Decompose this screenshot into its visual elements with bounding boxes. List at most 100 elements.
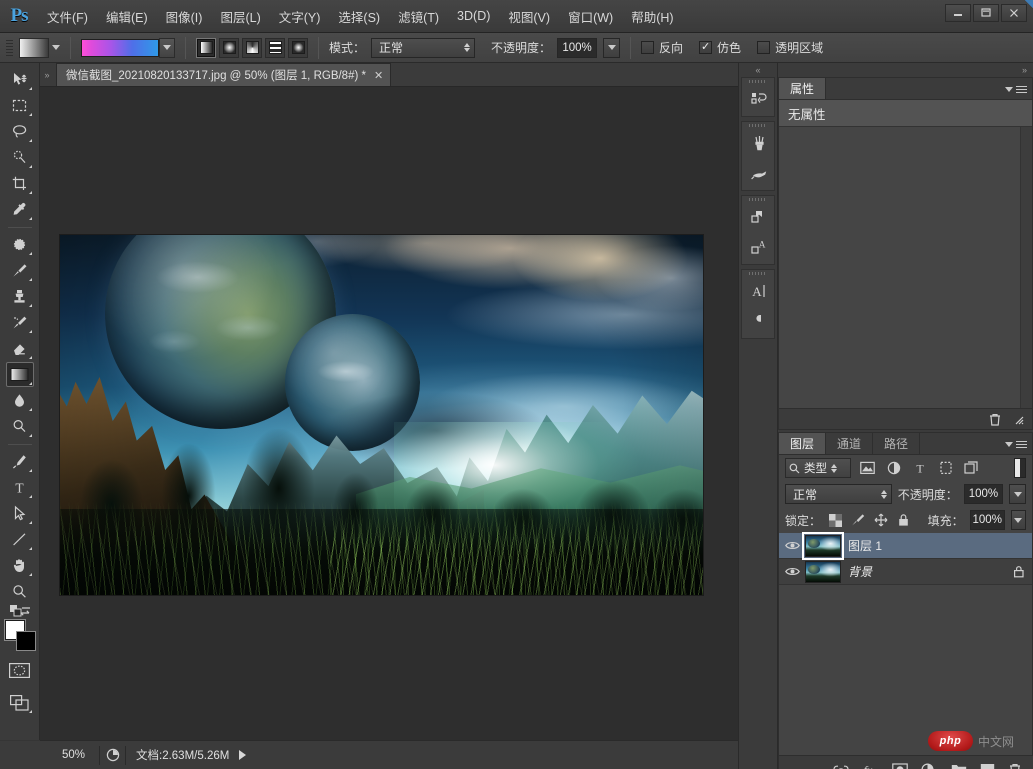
pen-tool[interactable] — [6, 449, 34, 474]
reverse-checkbox-row[interactable]: 反向 — [641, 39, 683, 56]
tab-layers[interactable]: 图层 — [779, 433, 827, 454]
tab-collapse-icon[interactable]: » — [40, 63, 54, 87]
blend-mode-select[interactable]: 正常 — [371, 37, 476, 58]
layer-filter-type-select[interactable]: 类型 — [785, 458, 851, 478]
status-expand-icon[interactable] — [239, 750, 247, 760]
document-tab-close-icon[interactable]: ✕ — [374, 69, 383, 82]
layer-blend-mode-select[interactable]: 正常 — [785, 484, 892, 504]
gradient-picker-dropdown[interactable] — [159, 37, 175, 58]
quick-mask-button[interactable] — [6, 658, 34, 683]
layers-panel-menu[interactable] — [1005, 433, 1027, 455]
tab-properties[interactable]: 属性 — [779, 78, 827, 99]
gradient-type-diamond[interactable] — [288, 37, 308, 58]
healing-brush-tool[interactable] — [6, 232, 34, 257]
layer-style-icon[interactable]: fx — [862, 763, 879, 769]
table-row[interactable]: 图层 1 — [779, 531, 1032, 560]
layer-name[interactable]: 图层 1 — [848, 537, 1032, 554]
zoom-level-input[interactable]: 50% — [48, 745, 100, 765]
blur-tool[interactable] — [6, 388, 34, 413]
styles-icon[interactable] — [742, 202, 776, 232]
lock-position-icon[interactable] — [872, 511, 889, 530]
minimize-button[interactable] — [945, 4, 971, 22]
dither-checkbox-row[interactable]: ✓ 仿色 — [699, 39, 741, 56]
menu-type[interactable]: 文字(Y) — [270, 3, 330, 30]
pixel-filter-icon[interactable] — [858, 458, 877, 478]
properties-scrollbar[interactable] — [1020, 127, 1032, 408]
link-layers-icon[interactable] — [833, 763, 849, 769]
properties-panel-menu[interactable] — [1005, 78, 1027, 100]
gradient-type-reflected[interactable] — [265, 37, 285, 58]
right-dock-expand-icon[interactable]: » — [778, 63, 1033, 77]
path-selection-tool[interactable] — [6, 501, 34, 526]
tool-preset-picker[interactable] — [19, 37, 60, 58]
transparency-checkbox[interactable] — [757, 41, 771, 54]
eyedropper-tool[interactable] — [6, 197, 34, 222]
panel-menu-icon[interactable] — [1016, 440, 1027, 448]
background-color-swatch[interactable] — [15, 631, 36, 651]
layer-thumbnail[interactable] — [805, 560, 841, 583]
swap-colors-icon[interactable] — [19, 605, 32, 617]
type-tool[interactable]: T — [6, 475, 34, 500]
brush-icon[interactable] — [742, 158, 776, 188]
dock-expand-icon[interactable]: « — [739, 63, 777, 77]
menu-help[interactable]: 帮助(H) — [622, 3, 682, 30]
layer-mask-icon[interactable] — [892, 762, 908, 769]
layer-thumbnail[interactable] — [802, 531, 844, 560]
gradient-type-angle[interactable] — [242, 37, 262, 58]
lasso-tool[interactable] — [6, 119, 34, 144]
options-bar-gripper[interactable] — [6, 38, 13, 58]
brush-presets-icon[interactable] — [742, 128, 776, 158]
gradient-type-linear[interactable] — [196, 37, 216, 58]
gradient-tool[interactable] — [5, 362, 34, 387]
gradient-preview-swatch[interactable] — [81, 38, 159, 57]
type-filter-icon[interactable]: T — [910, 458, 929, 478]
new-layer-icon[interactable] — [980, 763, 995, 769]
maximize-button[interactable] — [973, 4, 999, 22]
magic-wand-tool[interactable] — [6, 145, 34, 170]
zoom-tool[interactable] — [6, 579, 34, 604]
menu-window[interactable]: 窗口(W) — [559, 3, 622, 30]
layer-fill-input[interactable]: 100% — [969, 510, 1005, 530]
crop-tool[interactable] — [6, 171, 34, 196]
opacity-input[interactable]: 100% — [557, 37, 598, 58]
history-icon[interactable] — [742, 84, 776, 114]
move-tool[interactable] — [6, 67, 34, 92]
document-thumb-icon[interactable] — [100, 745, 126, 765]
eraser-tool[interactable] — [6, 336, 34, 361]
layer-name[interactable]: 背景 — [848, 563, 1006, 580]
menu-filter[interactable]: 滤镜(T) — [389, 3, 448, 30]
new-group-icon[interactable] — [951, 763, 967, 769]
properties-resize-grip-icon[interactable] — [1012, 413, 1024, 425]
layer-opacity-dropdown[interactable] — [1009, 484, 1026, 504]
marquee-tool[interactable] — [6, 93, 34, 118]
adjustments-icon[interactable]: A — [742, 232, 776, 262]
gradient-picker[interactable] — [81, 37, 175, 58]
tab-paths[interactable]: 路径 — [873, 433, 921, 454]
panel-menu-icon[interactable] — [1016, 85, 1027, 93]
menu-edit[interactable]: 编辑(E) — [97, 3, 157, 30]
delete-layer-icon[interactable] — [1008, 762, 1022, 769]
layer-visibility-icon[interactable] — [779, 559, 805, 585]
lock-all-icon[interactable] — [895, 511, 912, 530]
screen-mode-button[interactable] — [6, 690, 34, 715]
document-image[interactable] — [60, 235, 703, 595]
document-tab[interactable]: 微信截图_20210820133717.jpg @ 50% (图层 1, RGB… — [56, 63, 392, 86]
character-icon[interactable]: A — [742, 276, 776, 306]
lock-image-icon[interactable] — [850, 511, 867, 530]
gradient-type-radial[interactable] — [219, 37, 239, 58]
history-brush-tool[interactable] — [6, 310, 34, 335]
delete-property-icon[interactable] — [988, 412, 1002, 426]
layer-filter-toggle[interactable] — [1014, 458, 1026, 478]
menu-select[interactable]: 选择(S) — [329, 3, 389, 30]
transparency-checkbox-row[interactable]: 透明区域 — [757, 39, 823, 56]
menu-image[interactable]: 图像(I) — [157, 3, 212, 30]
adjustment-filter-icon[interactable] — [884, 458, 903, 478]
clone-stamp-tool[interactable] — [6, 284, 34, 309]
table-row[interactable]: 背景 — [779, 559, 1032, 585]
menu-view[interactable]: 视图(V) — [499, 3, 559, 30]
smartobject-filter-icon[interactable] — [962, 458, 981, 478]
shape-tool[interactable] — [6, 527, 34, 552]
paragraph-icon[interactable] — [742, 306, 776, 336]
brush-tool[interactable] — [6, 258, 34, 283]
reverse-checkbox[interactable] — [641, 41, 655, 54]
